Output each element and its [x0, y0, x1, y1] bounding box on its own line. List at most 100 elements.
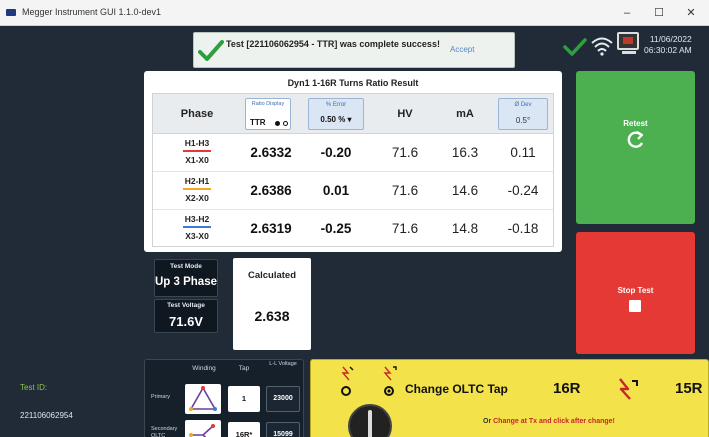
ma-value: 14.8 — [451, 221, 479, 236]
success-check-icon — [198, 40, 224, 61]
error-threshold-dropdown[interactable]: % Error 0.50 % ▾ — [308, 98, 364, 130]
ratio-value: 2.6332 — [250, 145, 292, 160]
table-row: H1-H3 X1-X0 2.6332 -0.20 71.6 16.3 0.11 — [153, 134, 553, 172]
phase-color-line — [183, 150, 211, 152]
position-high-indicator — [384, 386, 394, 396]
oltc-from-tap: 16R — [553, 380, 581, 397]
header-ma: mA — [456, 108, 474, 120]
ma-value: 16.3 — [451, 145, 479, 160]
delta-winding-icon — [185, 384, 221, 414]
phase-secondary: X1-X0 — [185, 155, 209, 165]
header-hv: HV — [397, 108, 413, 120]
oltc-title: Change OLTC Tap — [405, 382, 508, 396]
wifi-icon — [591, 37, 613, 56]
winding-panel: Winding Tap L-L Voltage Primary 1 23000 … — [144, 359, 304, 437]
calculated-value: 2.638 — [254, 308, 290, 324]
close-button[interactable]: ✕ — [680, 4, 702, 22]
secondary-voltage-field[interactable]: 15099 — [266, 422, 300, 437]
secondary-label: Secondary OLTC — [151, 426, 178, 437]
minimize-button[interactable]: – — [616, 4, 638, 22]
phase-color-line — [183, 188, 211, 190]
hv-value: 71.6 — [391, 183, 419, 198]
tap-raise-icon — [383, 366, 397, 381]
stop-icon — [629, 300, 641, 312]
ratio-display-toggle[interactable]: Ratio Display TTR — [245, 98, 291, 130]
window-titlebar: Megger Instrument GUI 1.1.0-dev1 – ☐ ✕ — [0, 0, 709, 26]
notification-message: Test [221106062954 - TTR] was complete s… — [226, 39, 440, 49]
hv-value: 71.6 — [391, 145, 419, 160]
retest-label: Retest — [623, 119, 648, 128]
error-value: 0.01 — [322, 183, 350, 198]
ll-voltage-header: L-L Voltage — [269, 361, 297, 367]
error-value: -0.25 — [320, 221, 352, 236]
results-title: Dyn1 1-16R Turns Ratio Result — [287, 78, 419, 88]
test-mode-field[interactable]: Test Mode Up 3 Phase — [154, 259, 218, 297]
test-voltage-caption: Test Voltage — [167, 302, 205, 309]
ma-value: 14.6 — [451, 183, 479, 198]
test-id-value: 221106062954 — [20, 411, 73, 420]
results-panel: Dyn1 1-16R Turns Ratio Result Phase Rati… — [144, 71, 562, 252]
secondary-tap-field[interactable]: 16R* — [228, 422, 260, 437]
calculated-ratio-card: Calculated 2.638 — [233, 258, 311, 350]
tap-header: Tap — [238, 365, 250, 372]
instrument-base — [622, 51, 636, 54]
phase-color-line — [183, 226, 211, 228]
phase-primary: H1-H3 — [184, 138, 210, 148]
deviation-value: 0.11 — [510, 145, 536, 160]
test-mode-value: Up 3 Phase — [155, 276, 217, 288]
phase-primary: H2-H1 — [184, 176, 210, 186]
tap-lower-icon — [341, 366, 354, 381]
phase-deviation-field[interactable]: Ø Dev 0.5° — [498, 98, 548, 130]
stop-test-button[interactable]: Stop Test — [576, 232, 695, 354]
retest-button[interactable]: Retest — [576, 71, 695, 224]
position-low-indicator — [341, 386, 351, 396]
winding-header: Winding — [192, 365, 216, 372]
phase-secondary: X3-X0 — [185, 231, 209, 241]
results-table: Phase Ratio Display TTR % Error 0.50 % ▾… — [152, 93, 554, 247]
oltc-to-tap: 15R — [675, 380, 703, 397]
primary-tap-field[interactable]: 1 — [228, 386, 260, 412]
primary-label: Primary — [151, 394, 170, 400]
header-phase: Phase — [180, 108, 214, 120]
test-mode-caption: Test Mode — [170, 263, 202, 270]
ratio-value: 2.6386 — [250, 183, 292, 198]
radio-selected-icon[interactable] — [275, 121, 280, 126]
table-row: H3-H2 X3-X0 2.6319 -0.25 71.6 14.8 -0.18 — [153, 210, 553, 248]
deviation-threshold-value: 0.5° — [515, 116, 531, 125]
test-id-panel: Test ID: 221106062954 — [8, 369, 132, 433]
instrument-icon — [617, 32, 639, 50]
phase-primary: H3-H2 — [184, 214, 210, 224]
app-icon — [6, 9, 16, 16]
connection-ok-icon — [563, 38, 587, 56]
test-id-caption: Test ID: — [20, 383, 48, 392]
datetime: 11/06/2022 06:30:02 AM — [644, 34, 692, 56]
results-table-header: Phase Ratio Display TTR % Error 0.50 % ▾… — [153, 94, 553, 134]
test-voltage-value: 71.6V — [169, 314, 203, 329]
ratio-value: 2.6319 — [250, 221, 292, 236]
deviation-value: -0.18 — [507, 221, 539, 236]
app-body: Test [221106062954 - TTR] was complete s… — [0, 26, 709, 437]
calculated-caption: Calculated — [247, 270, 297, 281]
primary-voltage-field[interactable]: 23000 — [266, 386, 300, 412]
oltc-instruction[interactable]: Or Change at Tx and click after change! — [483, 418, 615, 425]
window-title: Megger Instrument GUI 1.1.0-dev1 — [22, 7, 162, 17]
error-threshold-value: 0.50 % ▾ — [320, 115, 352, 124]
wye-winding-icon — [185, 420, 221, 437]
error-caption: % Error — [325, 102, 347, 108]
retest-icon — [627, 131, 644, 148]
stop-test-label: Stop Test — [617, 286, 654, 295]
time-text: 06:30:02 AM — [644, 45, 692, 55]
test-voltage-field[interactable]: Test Voltage 71.6V — [154, 299, 218, 333]
radio-unselected-icon[interactable] — [283, 121, 288, 126]
tap-selector-dial[interactable] — [348, 404, 392, 437]
phase-secondary: X2-X0 — [185, 193, 209, 203]
ratio-display-value: TTR — [250, 118, 266, 127]
accept-button[interactable]: Accept — [450, 45, 474, 54]
maximize-button[interactable]: ☐ — [648, 4, 670, 22]
deviation-caption: Ø Dev — [514, 102, 532, 108]
hv-value: 71.6 — [391, 221, 419, 236]
table-row: H2-H1 X2-X0 2.6386 0.01 71.6 14.6 -0.24 — [153, 172, 553, 210]
completion-notification: Test [221106062954 - TTR] was complete s… — [193, 32, 515, 68]
oltc-change-panel: Change OLTC Tap 16R 15R Or Change at Tx … — [310, 359, 709, 437]
ratio-display-caption: Ratio Display — [251, 101, 285, 107]
